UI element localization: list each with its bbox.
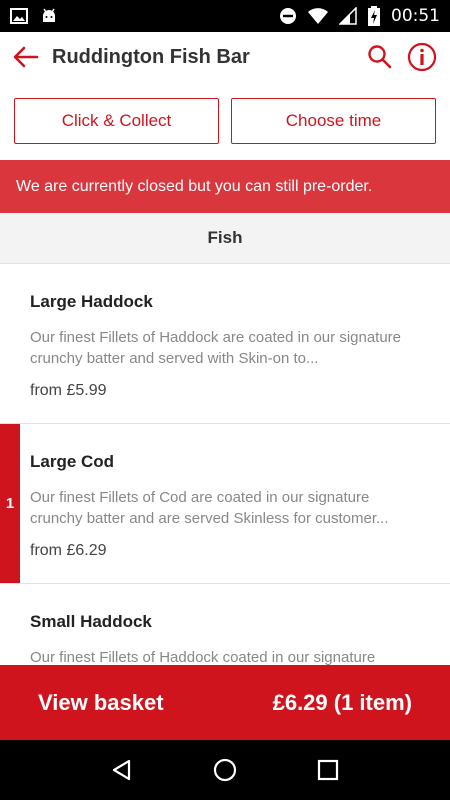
menu-list: Large Haddock Our finest Fillets of Hadd… bbox=[0, 264, 450, 665]
menu-item-large-cod[interactable]: 1 Large Cod Our finest Fillets of Cod ar… bbox=[0, 424, 450, 584]
clock: 00:51 bbox=[391, 6, 440, 26]
item-name: Small Haddock bbox=[30, 612, 152, 631]
back-arrow-icon[interactable] bbox=[12, 43, 40, 71]
category-header: Fish bbox=[0, 213, 450, 264]
item-price: from £6.29 bbox=[30, 542, 107, 559]
info-icon[interactable] bbox=[406, 41, 438, 73]
battery-charging-icon bbox=[367, 6, 381, 26]
basket-total: £6.29 (1 item) bbox=[272, 689, 412, 715]
page-title: Ruddington Fish Bar bbox=[52, 45, 250, 68]
item-name: Large Cod bbox=[30, 452, 115, 471]
item-price: from £5.99 bbox=[30, 382, 107, 399]
signal-icon bbox=[339, 7, 357, 25]
click-and-collect-button[interactable]: Click & Collect bbox=[14, 98, 219, 144]
item-description: Our finest Fillets of Cod are coated in … bbox=[30, 489, 389, 527]
app-bar: Ruddington Fish Bar bbox=[0, 32, 450, 82]
do-not-disturb-icon bbox=[279, 7, 297, 25]
nav-home-icon[interactable] bbox=[205, 750, 245, 790]
system-nav-bar bbox=[0, 740, 450, 800]
image-icon bbox=[10, 7, 28, 25]
item-name: Large Haddock bbox=[30, 292, 153, 311]
status-bar: 00:51 bbox=[0, 0, 450, 32]
choose-time-button[interactable]: Choose time bbox=[231, 98, 436, 144]
menu-item-large-haddock[interactable]: Large Haddock Our finest Fillets of Hadd… bbox=[0, 264, 450, 424]
item-description: Our finest Fillets of Haddock are coated… bbox=[30, 329, 402, 367]
basket-label: View basket bbox=[38, 689, 164, 715]
closed-banner-text: We are currently closed but you can stil… bbox=[16, 177, 373, 195]
menu-item-small-haddock[interactable]: Small Haddock Our finest Fillets of Hadd… bbox=[0, 584, 450, 665]
nav-back-icon[interactable] bbox=[102, 750, 142, 790]
view-basket-button[interactable]: View basket £6.29 (1 item) bbox=[0, 665, 450, 740]
order-mode-row: Click & Collect Choose time bbox=[14, 98, 436, 144]
quantity-badge: 1 bbox=[0, 424, 20, 583]
item-description: Our finest Fillets of Haddock coated in … bbox=[30, 649, 376, 665]
android-icon bbox=[40, 7, 58, 25]
nav-recents-icon[interactable] bbox=[308, 750, 348, 790]
category-title: Fish bbox=[207, 228, 243, 247]
wifi-icon bbox=[307, 7, 329, 25]
closed-banner: We are currently closed but you can stil… bbox=[0, 160, 450, 213]
search-icon[interactable] bbox=[364, 41, 396, 73]
